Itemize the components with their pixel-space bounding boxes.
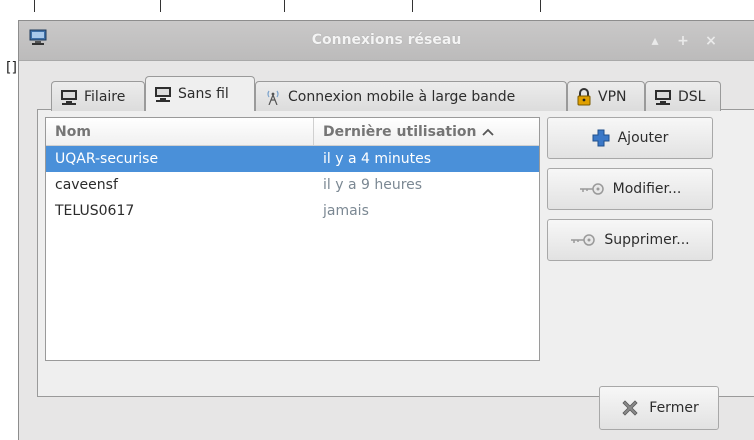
network-icon [655,89,671,105]
delete-button-label: Supprimer... [604,232,690,248]
background-tick [284,0,285,12]
tab-filaire[interactable]: Filaire [51,81,145,111]
antenna-icon [267,90,279,105]
background-tick [34,0,35,12]
delete-button[interactable]: Supprimer... [547,219,713,261]
tab-label: DSL [678,88,706,105]
close-button-label: Fermer [649,400,699,416]
connection-last-used: il y a 4 minutes [323,151,432,167]
tab-dsl[interactable]: DSL [645,81,721,111]
column-header-last-used[interactable]: Dernière utilisation [314,118,539,145]
title-bar[interactable]: Connexions réseau ▴ + × [19,21,754,61]
key-icon [579,183,604,195]
connection-last-used: jamais [323,203,369,219]
tab-label: VPN [598,88,627,105]
add-button-label: Ajouter [617,130,669,146]
background-tick [540,0,541,12]
background-tick [160,0,161,12]
list-item[interactable]: caveensf il y a 9 heures [46,172,539,198]
close-icon[interactable]: × [701,31,721,51]
network-icon [155,87,171,102]
column-header-name[interactable]: Nom [46,118,314,145]
list-item[interactable]: TELUS0617 jamais [46,198,539,224]
close-button[interactable]: Fermer [599,386,719,430]
lock-icon [577,87,591,105]
close-icon [622,400,638,416]
sort-ascending-icon [482,128,495,136]
minimize-icon[interactable]: ▴ [645,31,665,51]
background-bracket: [] [6,60,17,76]
add-button[interactable]: Ajouter [547,117,713,159]
plus-icon [592,129,610,147]
key-icon [571,234,596,246]
edit-button-label: Modifier... [612,181,682,197]
tab-vpn[interactable]: VPN [567,81,645,111]
column-header-label: Dernière utilisation [323,123,477,140]
tab-label: Sans fil [178,86,229,102]
network-icon [61,89,77,105]
network-connections-window: Connexions réseau ▴ + × Filaire Sans fil… [18,20,754,440]
tab-label: Connexion mobile à large bande [288,88,516,105]
connections-list[interactable]: Nom Dernière utilisation UQAR-securise i… [45,117,540,361]
connection-name: TELUS0617 [55,203,135,219]
tab-label: Filaire [84,88,126,105]
window-title: Connexions réseau [311,32,462,48]
list-header: Nom Dernière utilisation [46,118,539,146]
maximize-icon[interactable]: + [673,31,693,51]
connection-last-used: il y a 9 heures [323,177,423,193]
edit-button[interactable]: Modifier... [547,168,713,210]
connection-name: UQAR-securise [55,151,159,167]
tab-connexion-mobile[interactable]: Connexion mobile à large bande [255,81,567,111]
list-item[interactable]: UQAR-securise il y a 4 minutes [46,146,539,172]
background-tick [412,0,413,12]
connection-name: caveensf [55,177,118,193]
tab-sans-fil[interactable]: Sans fil [145,76,255,111]
column-header-label: Nom [55,123,91,140]
